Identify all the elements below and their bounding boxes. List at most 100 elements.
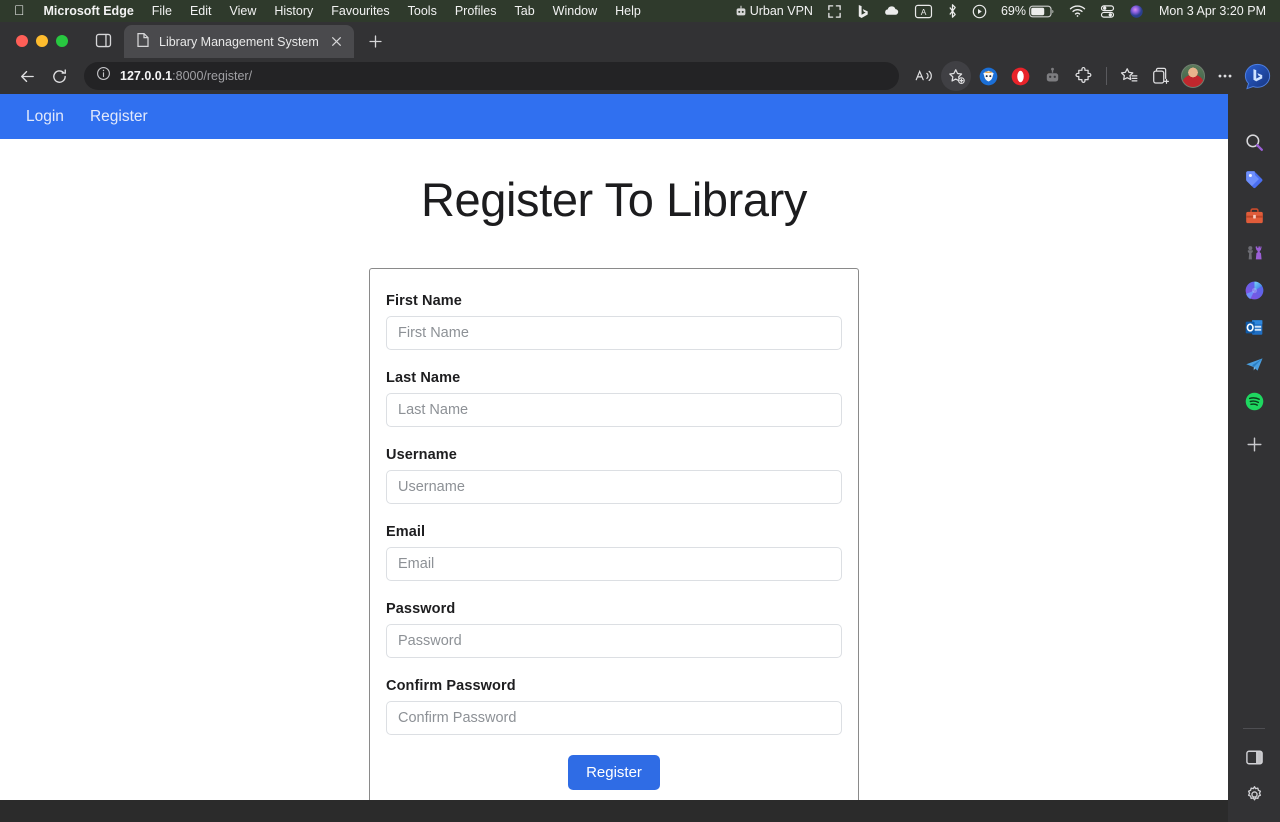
menu-item-file[interactable]: File: [143, 0, 181, 22]
menu-item-tab[interactable]: Tab: [506, 0, 544, 22]
read-aloud-icon[interactable]: [909, 61, 939, 91]
info-circle-icon[interactable]: [96, 66, 111, 86]
toolbar-divider: [1106, 67, 1107, 85]
browser-toolbar: 127.0.0.1:8000/register/: [0, 58, 1280, 94]
mac-menu-bar:  Microsoft Edge File Edit View History …: [0, 0, 1280, 22]
close-window-button[interactable]: [16, 35, 28, 47]
nav-link-login[interactable]: Login: [18, 102, 72, 132]
page-title: Register To Library: [421, 173, 807, 226]
last-name-input[interactable]: [386, 393, 842, 428]
add-app-icon[interactable]: [1236, 426, 1272, 462]
page-favicon-icon: [136, 32, 150, 51]
split-screen-icon[interactable]: [1236, 739, 1272, 775]
email-input[interactable]: [386, 547, 842, 582]
urban-vpn-label: Urban VPN: [749, 4, 813, 18]
window-traffic-lights: [10, 35, 74, 58]
label-password: Password: [386, 601, 456, 618]
label-username: Username: [386, 447, 457, 464]
url-host: 127.0.0.1: [120, 69, 173, 83]
reload-icon[interactable]: [44, 61, 74, 91]
siri-icon[interactable]: [1122, 4, 1151, 19]
maximize-window-button[interactable]: [56, 35, 68, 47]
bluetooth-icon[interactable]: [940, 3, 965, 19]
menu-item-view[interactable]: View: [221, 0, 266, 22]
label-first-name: First Name: [386, 293, 462, 310]
add-favourite-star-icon[interactable]: [941, 61, 971, 91]
username-input[interactable]: [386, 470, 842, 505]
menu-item-history[interactable]: History: [265, 0, 322, 22]
nav-link-register[interactable]: Register: [82, 102, 156, 132]
arrows-expand-icon[interactable]: [820, 4, 849, 19]
field-email: Email: [386, 524, 842, 582]
field-first-name: First Name: [386, 293, 842, 351]
robot-extension-icon[interactable]: [1037, 61, 1067, 91]
copilot-icon[interactable]: [1236, 272, 1272, 308]
menu-item-favourites[interactable]: Favourites: [322, 0, 398, 22]
field-username: Username: [386, 447, 842, 505]
register-button[interactable]: Register: [568, 755, 660, 791]
browser-tab[interactable]: Library Management System: [124, 25, 354, 58]
telegram-icon[interactable]: [1236, 346, 1272, 382]
collections-icon[interactable]: [1146, 61, 1176, 91]
cloud-tray-icon[interactable]: [876, 4, 907, 18]
edge-sidebar: [1228, 116, 1280, 822]
bing-tray-icon[interactable]: [849, 4, 876, 19]
apple-logo-icon[interactable]: : [10, 3, 35, 19]
control-center-icon[interactable]: [1093, 4, 1122, 19]
url-path: :8000/register/: [172, 69, 253, 83]
minimize-window-button[interactable]: [36, 35, 48, 47]
games-icon[interactable]: [1236, 235, 1272, 271]
menu-item-window[interactable]: Window: [544, 0, 606, 22]
sidebar-divider: [1243, 728, 1265, 729]
red-extension-icon[interactable]: [1005, 61, 1035, 91]
profile-avatar[interactable]: [1178, 61, 1208, 91]
menu-item-edit[interactable]: Edit: [181, 0, 221, 22]
tab-strip: Library Management System: [0, 22, 1280, 58]
back-arrow-icon[interactable]: [12, 61, 42, 91]
briefcase-icon[interactable]: [1236, 198, 1272, 234]
register-form: First Name Last Name Username Email Pass…: [369, 268, 859, 800]
first-name-input[interactable]: [386, 316, 842, 351]
confirm-password-input[interactable]: [386, 701, 842, 736]
more-ellipsis-icon[interactable]: [1210, 61, 1240, 91]
submit-row: Register: [386, 755, 842, 791]
urban-vpn-tray[interactable]: Urban VPN: [727, 0, 820, 22]
settings-gear-icon[interactable]: [1236, 776, 1272, 812]
menu-item-help[interactable]: Help: [606, 0, 650, 22]
urban-vpn-icon: [734, 4, 748, 18]
outlook-icon[interactable]: [1236, 309, 1272, 345]
metamask-extension-icon[interactable]: [973, 61, 1003, 91]
now-playing-icon[interactable]: [965, 4, 994, 19]
menu-item-profiles[interactable]: Profiles: [446, 0, 506, 22]
extensions-puzzle-icon[interactable]: [1069, 61, 1099, 91]
browser-window: Library Management System 127.0.0.1:8000…: [0, 22, 1280, 822]
label-confirm-password: Confirm Password: [386, 678, 516, 695]
battery-tray[interactable]: 69%: [994, 0, 1062, 22]
bing-copilot-icon[interactable]: [1242, 61, 1272, 91]
mac-menu-tray: Urban VPN A 69% Mon 3 Apr 3:20 PM: [727, 0, 1280, 22]
mac-menu-left:  Microsoft Edge File Edit View History …: [0, 0, 650, 22]
site-navbar: Login Register: [0, 94, 1228, 139]
address-bar[interactable]: 127.0.0.1:8000/register/: [84, 62, 899, 90]
field-password: Password: [386, 601, 842, 659]
new-tab-button[interactable]: [362, 27, 390, 55]
menu-item-tools[interactable]: Tools: [399, 0, 446, 22]
wifi-icon[interactable]: [1062, 4, 1093, 18]
avatar: [1181, 64, 1205, 88]
battery-percent-label: 69%: [1000, 4, 1026, 18]
menubar-clock[interactable]: Mon 3 Apr 3:20 PM: [1151, 4, 1270, 18]
close-icon[interactable]: [328, 33, 346, 51]
label-email: Email: [386, 524, 426, 541]
battery-icon: [1029, 5, 1055, 18]
menu-item-microsoft-edge[interactable]: Microsoft Edge: [35, 0, 143, 22]
page-body: Register To Library First Name Last Name…: [0, 139, 1228, 800]
password-input[interactable]: [386, 624, 842, 659]
input-source-icon[interactable]: A: [907, 4, 940, 19]
favourites-list-icon[interactable]: [1114, 61, 1144, 91]
sidebar-toggle-icon[interactable]: [88, 25, 118, 55]
search-icon[interactable]: [1236, 124, 1272, 160]
web-page-viewport: Login Register Register To Library First…: [0, 94, 1228, 800]
shopping-tag-icon[interactable]: [1236, 161, 1272, 197]
url-text[interactable]: 127.0.0.1:8000/register/: [120, 69, 252, 83]
spotify-icon[interactable]: [1236, 383, 1272, 419]
